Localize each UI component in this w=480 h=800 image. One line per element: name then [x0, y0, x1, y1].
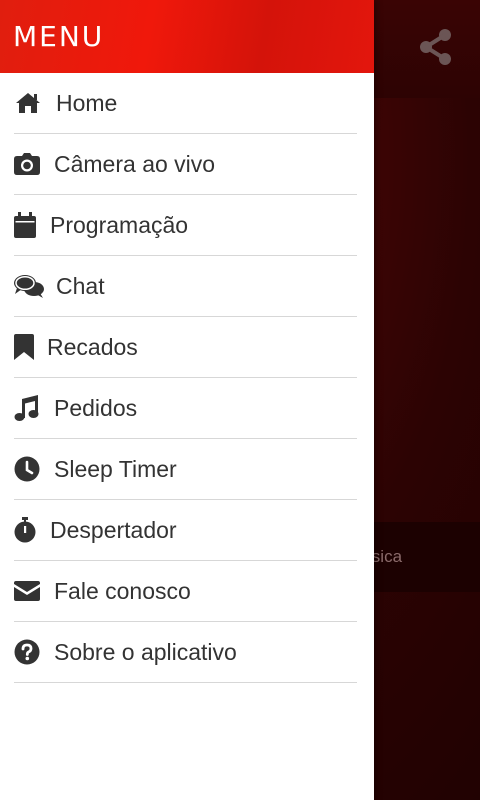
menu-list: Home Câmera ao vivo Programação Chat Rec…	[0, 73, 374, 683]
menu-item-label: Sobre o aplicativo	[54, 638, 237, 665]
menu-item-label: Sleep Timer	[54, 455, 177, 482]
envelope-icon	[14, 577, 42, 605]
drawer-title: MENU	[13, 20, 105, 53]
camera-icon	[14, 150, 42, 178]
menu-item-label: Fale conosco	[54, 577, 191, 604]
share-button[interactable]	[418, 28, 454, 66]
menu-item-home[interactable]: Home	[14, 73, 357, 134]
menu-item-label: Despertador	[50, 516, 177, 543]
clock-icon	[14, 455, 42, 483]
navigation-drawer: MENU Home Câmera ao vivo Programação Cha…	[0, 0, 374, 800]
menu-item-label: Programação	[50, 211, 189, 238]
menu-item-label: Home	[56, 89, 118, 116]
menu-item-messages[interactable]: Recados	[14, 317, 357, 378]
bookmark-icon	[14, 333, 36, 361]
menu-item-contact[interactable]: Fale conosco	[14, 561, 357, 622]
menu-item-label: Pedidos	[54, 394, 138, 421]
music-note-icon	[14, 394, 42, 422]
share-icon	[420, 29, 451, 65]
menu-item-chat[interactable]: Chat	[14, 256, 357, 317]
menu-item-label: Chat	[56, 272, 105, 299]
menu-item-sleep-timer[interactable]: Sleep Timer	[14, 439, 357, 500]
menu-item-label: Câmera ao vivo	[54, 150, 216, 177]
menu-item-about[interactable]: Sobre o aplicativo	[14, 622, 357, 683]
calendar-icon	[14, 211, 38, 239]
stopwatch-icon	[14, 516, 38, 544]
now-playing-strip[interactable]: a música	[374, 522, 480, 592]
menu-item-label: Recados	[47, 333, 138, 360]
now-playing-text: a música	[374, 547, 403, 566]
menu-item-requests[interactable]: Pedidos	[14, 378, 357, 439]
home-icon	[14, 89, 42, 117]
menu-item-camera[interactable]: Câmera ao vivo	[14, 134, 357, 195]
menu-item-alarm[interactable]: Despertador	[14, 500, 357, 561]
drawer-header: MENU	[0, 0, 374, 73]
menu-item-programming[interactable]: Programação	[14, 195, 357, 256]
chat-icon	[14, 272, 46, 300]
question-circle-icon	[14, 638, 42, 666]
